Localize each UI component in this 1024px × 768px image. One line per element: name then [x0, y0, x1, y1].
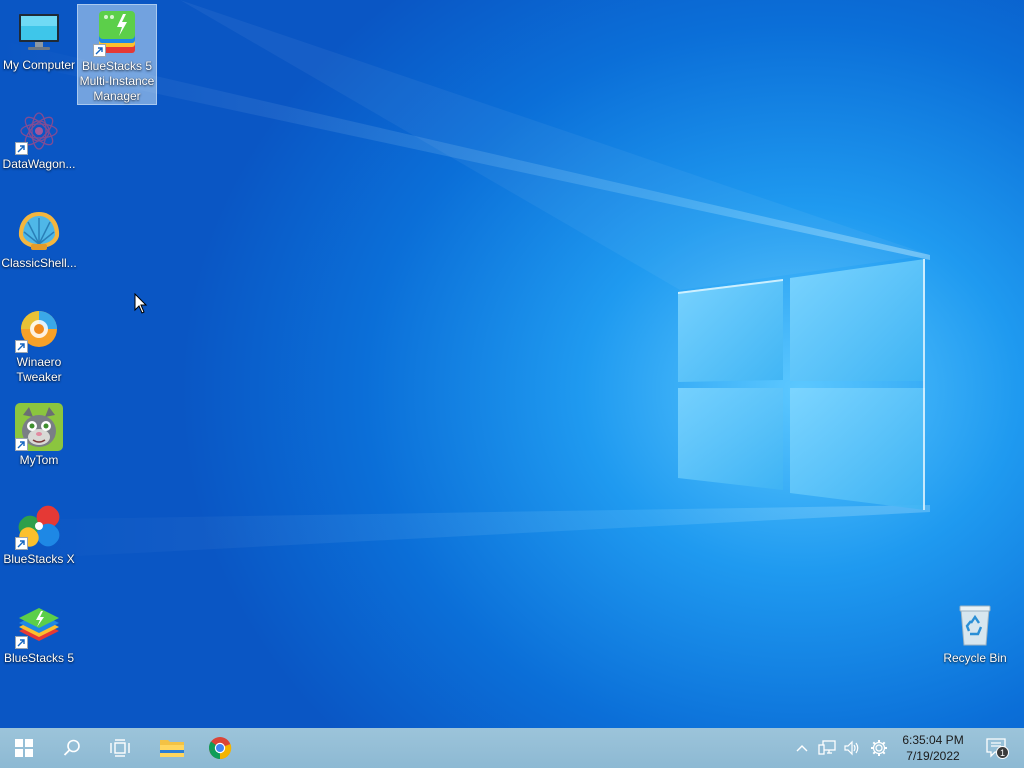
chrome-button[interactable] — [196, 728, 244, 768]
search-icon — [63, 739, 80, 756]
wallpaper — [0, 0, 930, 560]
monitor-icon — [19, 14, 59, 50]
desktop-icon-mytom[interactable]: MyTom — [0, 399, 78, 471]
desktop-icon-classic-shell[interactable]: ClassicShell... — [0, 202, 78, 274]
task-view-button[interactable] — [96, 728, 144, 768]
settings-gear-icon — [871, 740, 887, 756]
mouse-cursor-icon — [134, 293, 148, 314]
icon-label: My Computer — [2, 58, 76, 72]
recycle-bin-icon — [959, 605, 991, 646]
icon-label: ClassicShell... — [1, 256, 77, 270]
clock-date: 7/19/2022 — [906, 749, 960, 763]
notification-count-badge: 1 — [1000, 748, 1005, 758]
shortcut-arrow-icon — [15, 340, 28, 353]
desktop-icon-bluestacks-5[interactable]: BlueStacks 5 — [0, 597, 78, 669]
volume-icon — [844, 740, 859, 756]
icon-label: Winaero Tweaker — [16, 355, 62, 384]
start-button[interactable] — [0, 728, 48, 768]
shortcut-arrow-icon — [93, 44, 106, 57]
shortcut-arrow-icon — [15, 537, 28, 550]
clock[interactable]: 6:35:04 PM 7/19/2022 — [888, 730, 978, 766]
desktop[interactable]: My Computer BlueStacks 5 Multi-Instance … — [0, 0, 1024, 728]
action-center-button[interactable]: 1 — [980, 728, 1014, 768]
folder-icon — [160, 740, 184, 757]
icon-label: BlueStacks 5 — [3, 651, 75, 665]
shortcut-arrow-icon — [15, 142, 28, 155]
windows-logo-icon — [15, 739, 33, 757]
clock-time: 6:35:04 PM — [902, 733, 964, 747]
wallpaper-windows-logo — [678, 259, 925, 510]
shortcut-arrow-icon — [15, 636, 28, 649]
desktop-icon-my-computer[interactable]: My Computer — [0, 4, 78, 76]
chrome-icon — [208, 737, 232, 760]
icon-label: Recycle Bin — [943, 651, 1007, 665]
network-tray-button[interactable] — [814, 728, 840, 768]
task-view-icon — [110, 739, 130, 757]
network-icon — [818, 740, 836, 755]
taskbar: 6:35:04 PM 7/19/2022 1 — [0, 728, 1024, 768]
desktop-icon-bluestacks-multi-instance[interactable]: BlueStacks 5 Multi-Instance Manager — [77, 4, 157, 105]
chevron-up-icon — [796, 745, 808, 752]
desktop-icon-datawagon[interactable]: DataWagon... — [0, 103, 78, 175]
volume-tray-button[interactable] — [840, 728, 864, 768]
icon-label: BlueStacks X — [3, 552, 75, 566]
search-button[interactable] — [48, 728, 96, 768]
desktop-icon-bluestacks-x[interactable]: BlueStacks X — [0, 498, 78, 570]
desktop-icon-winaero-tweaker[interactable]: Winaero Tweaker — [0, 301, 78, 387]
icon-label: MyTom — [19, 453, 59, 467]
icon-label: BlueStacks 5 Multi-Instance Manager — [79, 59, 155, 103]
show-hidden-icons-button[interactable] — [792, 728, 812, 768]
classic-shell-icon — [18, 212, 60, 250]
notification-icon: 1 — [986, 738, 1009, 759]
file-explorer-button[interactable] — [148, 728, 196, 768]
icon-label: DataWagon... — [2, 157, 76, 171]
shortcut-arrow-icon — [15, 438, 28, 451]
desktop-icon-recycle-bin[interactable]: Recycle Bin — [936, 597, 1014, 669]
